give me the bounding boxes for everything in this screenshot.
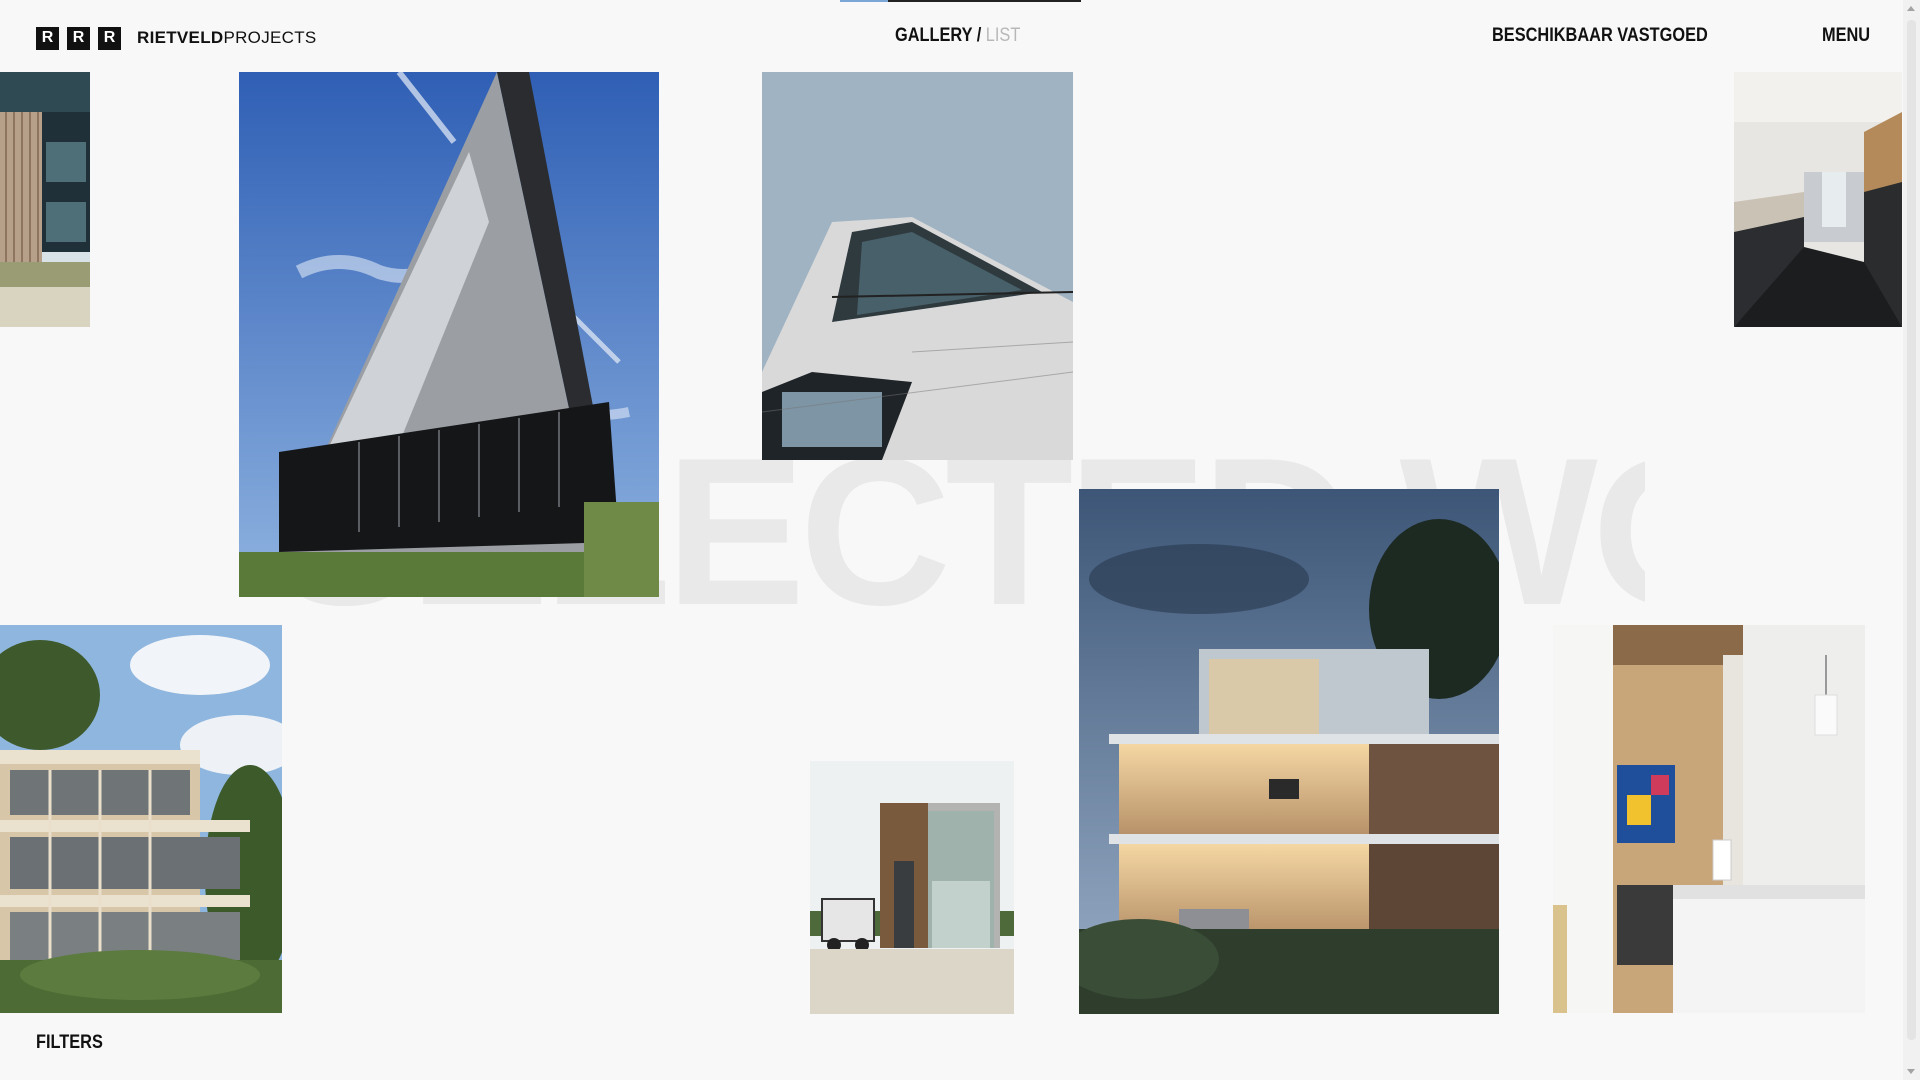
vertical-scrollbar[interactable] <box>1903 0 1920 1080</box>
gallery-view-link[interactable]: GALLERY <box>895 25 972 46</box>
project-tile-8[interactable] <box>1553 625 1865 1013</box>
view-separator: / <box>972 25 986 46</box>
project-image-7 <box>1079 489 1499 1014</box>
project-image-6 <box>810 761 1014 1014</box>
logo-box-1: R <box>36 26 59 50</box>
brand-name-light: PROJECTS <box>223 28 317 47</box>
project-tile-2[interactable] <box>239 72 659 597</box>
progress-indicator <box>840 0 1081 2</box>
menu-label: MENU <box>1822 25 1871 46</box>
project-tile-4[interactable] <box>1734 72 1902 327</box>
scrollbar-thumb[interactable] <box>1907 20 1916 1040</box>
filters-label: FILTERS <box>36 1032 103 1053</box>
project-tile-5[interactable] <box>0 625 282 1013</box>
project-image-8 <box>1553 625 1865 1013</box>
project-image-1 <box>0 72 90 327</box>
brand-name: RIETVELDPROJECTS <box>137 28 317 48</box>
brand-name-bold: RIETVELD <box>137 28 224 47</box>
project-image-3 <box>762 72 1073 460</box>
project-image-2 <box>239 72 659 597</box>
available-property-label: BESCHIKBAAR VASTGOED <box>1492 25 1708 46</box>
scroll-up-icon[interactable] <box>1907 6 1915 11</box>
project-image-4 <box>1734 72 1902 327</box>
project-image-5 <box>0 625 282 1013</box>
available-property-link[interactable]: BESCHIKBAAR VASTGOED <box>1492 25 1743 47</box>
scroll-down-icon[interactable] <box>1907 1069 1915 1074</box>
logo[interactable]: R R R RIETVELDPROJECTS <box>36 26 317 50</box>
menu-button[interactable]: MENU <box>1822 25 1878 47</box>
project-tile-3[interactable] <box>762 72 1073 460</box>
view-switcher: GALLERY / LIST <box>895 25 1041 47</box>
list-view-link[interactable]: LIST <box>986 25 1021 46</box>
project-tile-6[interactable] <box>810 761 1014 1014</box>
project-tile-7[interactable] <box>1079 489 1499 1014</box>
progress-indicator-active <box>840 0 888 2</box>
filters-button[interactable]: FILTERS <box>36 1032 114 1054</box>
logo-box-2: R <box>67 26 90 50</box>
logo-box-3: R <box>98 26 121 50</box>
project-tile-1[interactable] <box>0 72 90 327</box>
